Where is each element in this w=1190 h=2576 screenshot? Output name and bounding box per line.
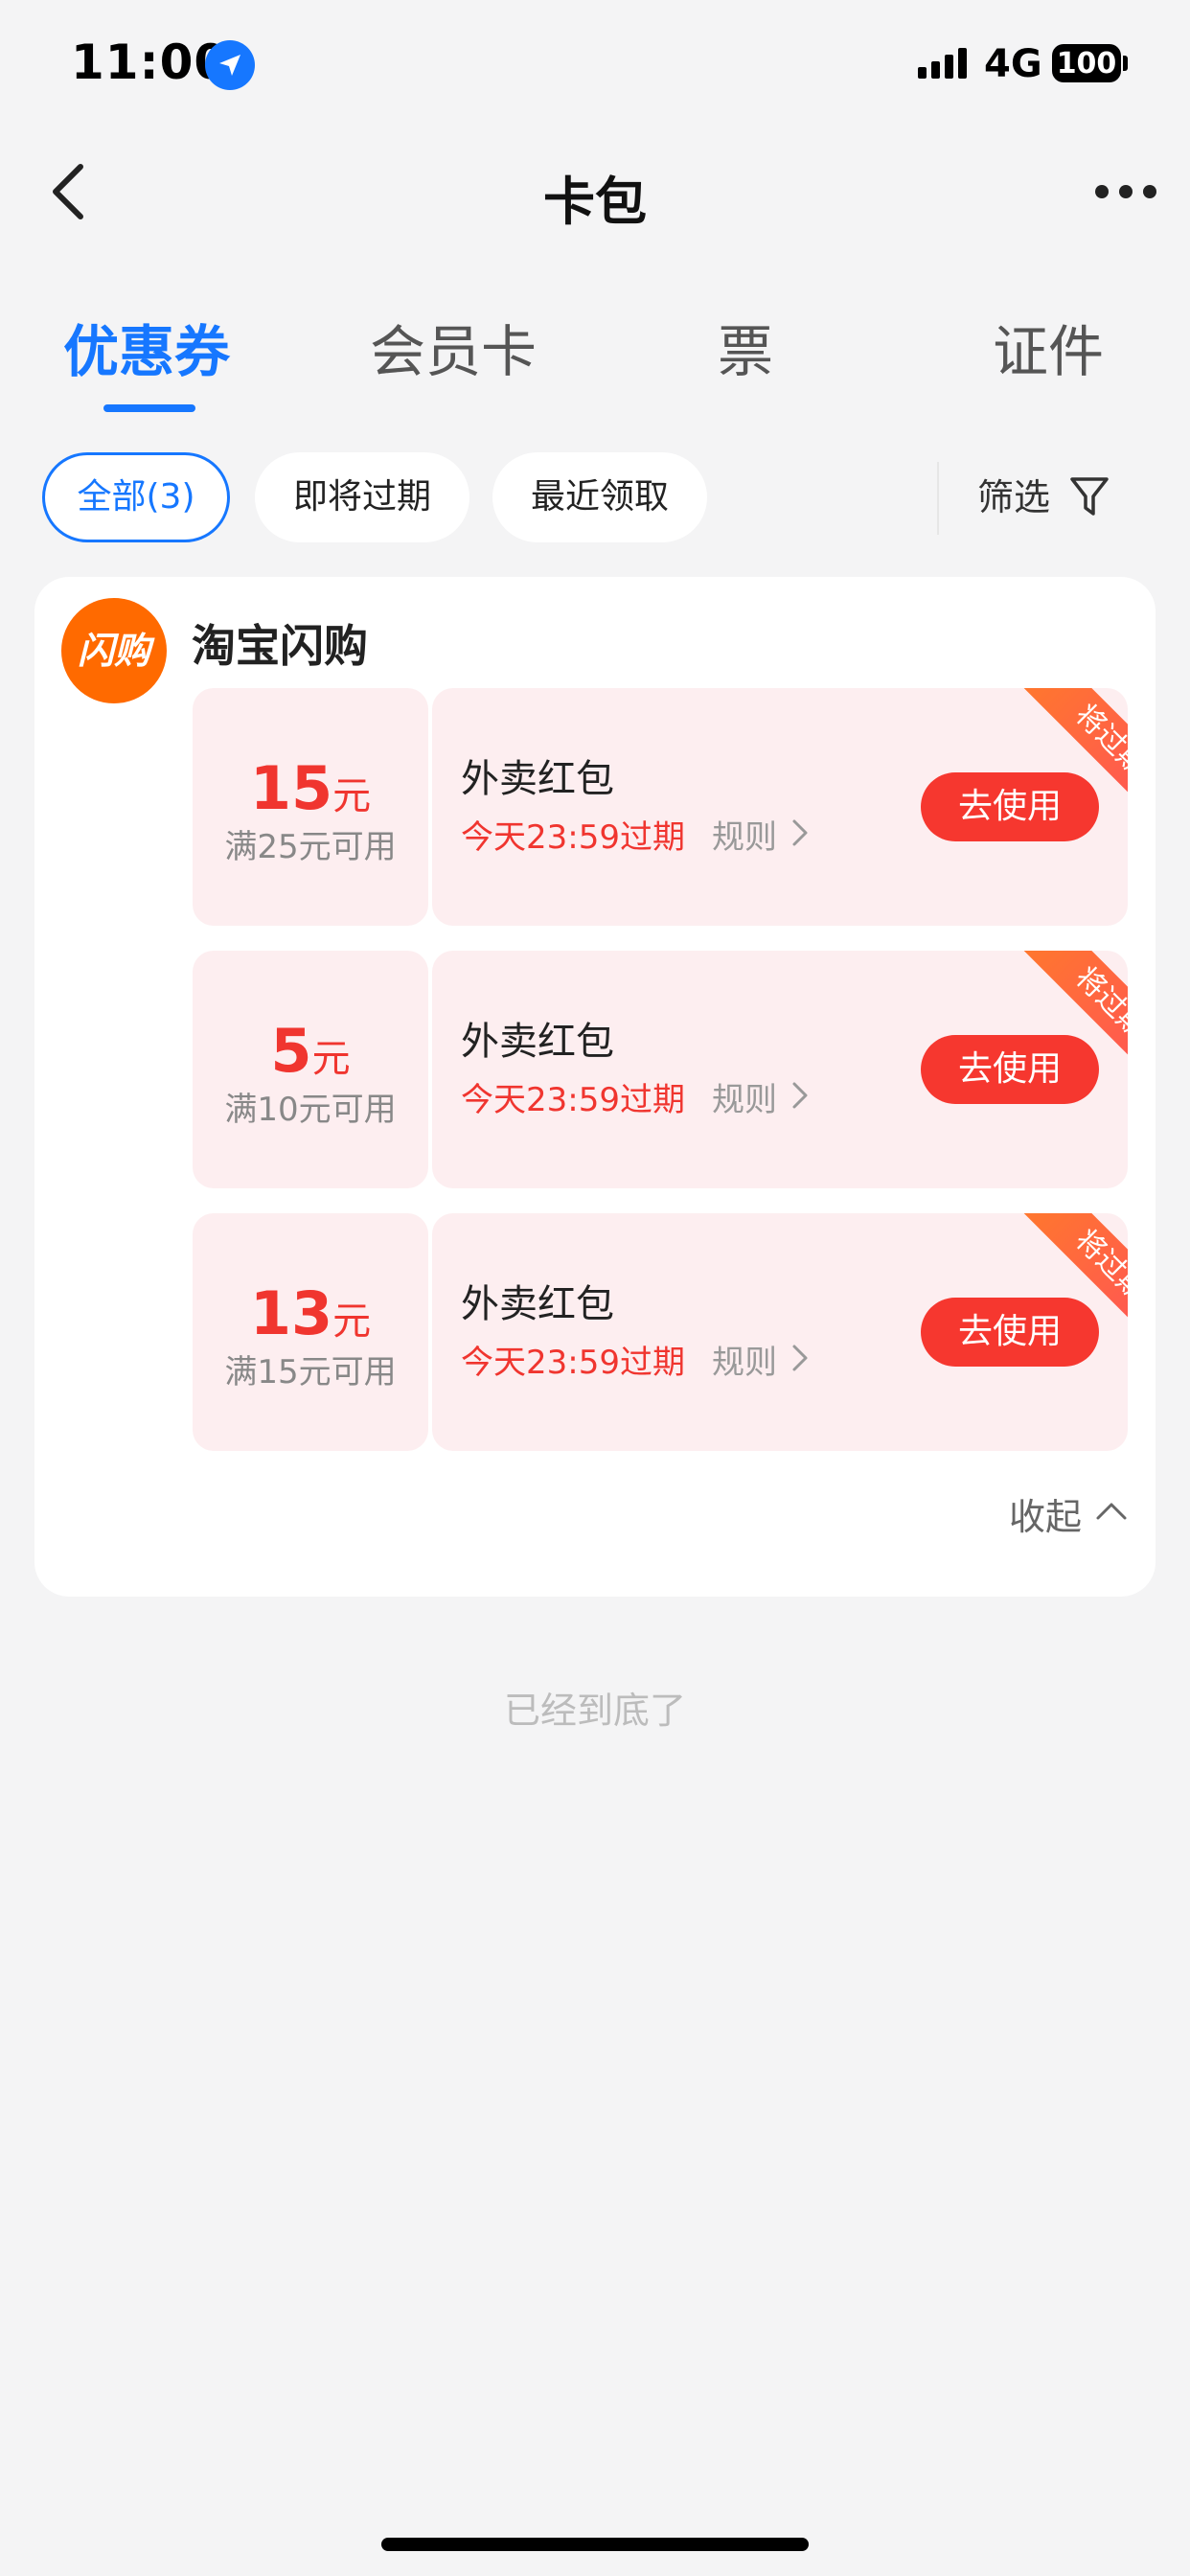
- coupon-threshold: 满15元可用: [224, 1353, 397, 1392]
- coupon-amount: 13元: [193, 1278, 428, 1348]
- location-arrow-icon: [205, 40, 255, 90]
- status-bar: 11:00 4G 100: [0, 0, 1190, 134]
- coupon-value-panel: 13元 满15元可用: [193, 1213, 428, 1451]
- coupon-amount-unit: 元: [332, 774, 372, 818]
- coupon-detail-panel: 外卖红包 今天23:59过期 规则 去使用 将过期: [432, 688, 1128, 926]
- coupon-rules-link[interactable]: 规则: [712, 1336, 808, 1383]
- coupon-rules-label: 规则: [712, 1081, 777, 1119]
- network-type: 4G: [984, 42, 1042, 86]
- coupon-title: 外卖红包: [461, 1282, 614, 1326]
- battery-level: 100: [1056, 47, 1117, 80]
- end-of-list-text: 已经到底了: [503, 1690, 686, 1732]
- funnel-icon: [1070, 477, 1109, 516]
- coupon-detail-panel: 外卖红包 今天23:59过期 规则 去使用 将过期: [432, 1213, 1128, 1451]
- coupon-value-panel: 5元 满10元可用: [193, 951, 428, 1188]
- coupon-rules-label: 规则: [712, 818, 777, 857]
- coupon-rules-label: 规则: [712, 1344, 777, 1382]
- chevron-right-icon: [792, 819, 808, 846]
- coupon-expiry: 今天23:59过期: [461, 1344, 685, 1382]
- filter-chip-expiring[interactable]: 即将过期: [255, 452, 469, 542]
- active-tab-indicator: [103, 404, 195, 412]
- coupon-amount: 15元: [193, 753, 428, 823]
- coupon-title: 外卖红包: [461, 1020, 614, 1064]
- tab-coupons[interactable]: 优惠券: [63, 307, 230, 387]
- coupon-rules-link[interactable]: 规则: [712, 1073, 808, 1120]
- filter-chip-recent[interactable]: 最近领取: [492, 452, 707, 542]
- coupon-rules-link[interactable]: 规则: [712, 811, 808, 858]
- tab-documents[interactable]: 证件: [993, 307, 1104, 387]
- coupon-item: 13元 满15元可用 外卖红包 今天23:59过期 规则 去使用 将过期: [193, 1213, 1128, 1451]
- coupon-threshold: 满25元可用: [224, 828, 397, 866]
- coupon-item: 5元 满10元可用 外卖红包 今天23:59过期 规则 去使用 将过期: [193, 951, 1128, 1188]
- coupon-title: 外卖红包: [461, 757, 614, 801]
- store-coupon-card: 闪购 淘宝闪购 15元 满25元可用 外卖红包 今天23:59过期 规则 去使用…: [34, 577, 1156, 1597]
- more-dots-icon: [1095, 185, 1156, 198]
- coupon-threshold: 满10元可用: [224, 1091, 397, 1129]
- coupon-value-panel: 15元 满25元可用: [193, 688, 428, 926]
- chevron-up-icon: [1096, 1503, 1127, 1520]
- battery-cap: [1123, 56, 1128, 71]
- coupon-detail-panel: 外卖红包 今天23:59过期 规则 去使用 将过期: [432, 951, 1128, 1188]
- coupon-amount-unit: 元: [311, 1037, 351, 1081]
- coupon-expiry: 今天23:59过期: [461, 1081, 685, 1119]
- tab-tickets[interactable]: 票: [718, 307, 773, 387]
- filter-divider: [937, 462, 939, 535]
- use-coupon-button[interactable]: 去使用: [921, 772, 1099, 841]
- coupon-amount-value: 15: [249, 753, 333, 823]
- tab-bar: 优惠券 会员卡 票 证件: [0, 307, 1190, 412]
- filter-label: 筛选: [977, 476, 1051, 518]
- use-coupon-button[interactable]: 去使用: [921, 1298, 1099, 1367]
- coupon-amount-unit: 元: [332, 1300, 372, 1344]
- battery-icon: 100: [1052, 44, 1121, 82]
- cellular-signal-icon: [918, 48, 972, 84]
- coupon-amount: 5元: [193, 1016, 428, 1086]
- store-name: 淘宝闪购: [192, 620, 368, 672]
- coupon-item: 15元 满25元可用 外卖红包 今天23:59过期 规则 去使用 将过期: [193, 688, 1128, 926]
- coupon-amount-value: 5: [270, 1016, 312, 1086]
- page-title: 卡包: [543, 172, 647, 232]
- chevron-right-icon: [792, 1082, 808, 1109]
- filter-chip-all[interactable]: 全部(3): [42, 452, 230, 542]
- home-indicator[interactable]: [381, 2538, 809, 2551]
- more-button[interactable]: [1092, 172, 1159, 211]
- coupon-amount-value: 13: [249, 1278, 333, 1348]
- tab-member-cards[interactable]: 会员卡: [370, 307, 537, 387]
- filter-button[interactable]: 筛选: [977, 452, 1109, 542]
- store-logo: 闪购: [61, 598, 167, 703]
- filter-row: 全部(3) 即将过期 最近领取 筛选: [0, 452, 1190, 544]
- use-coupon-button[interactable]: 去使用: [921, 1035, 1099, 1104]
- chevron-right-icon: [792, 1345, 808, 1371]
- coupon-expiry: 今天23:59过期: [461, 818, 685, 857]
- collapse-label: 收起: [1009, 1496, 1083, 1538]
- nav-bar: 卡包: [0, 134, 1190, 249]
- collapse-button[interactable]: 收起: [1009, 1487, 1127, 1540]
